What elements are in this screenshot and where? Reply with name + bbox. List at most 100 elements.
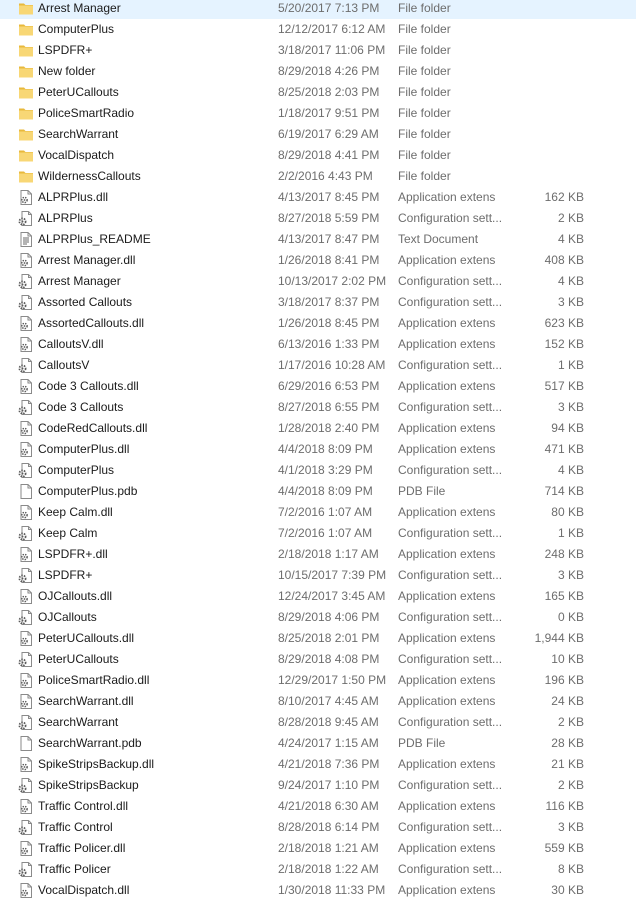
file-date-modified: 4/4/2018 8:09 PM [278, 484, 373, 498]
file-name: Arrest Manager.dll [38, 253, 136, 267]
file-type: Application extens [398, 883, 496, 897]
file-type: File folder [398, 85, 451, 99]
file-row[interactable]: SpikeStripsBackup 9/24/2017 1:10 PM Conf… [0, 775, 636, 796]
file-row[interactable]: OJCallouts.dll 12/24/2017 3:45 AM Applic… [0, 586, 636, 607]
file-date-modified: 12/29/2017 1:50 PM [278, 673, 387, 687]
file-row[interactable]: Code 3 Callouts.dll 6/29/2016 6:53 PM Ap… [0, 376, 636, 397]
file-row[interactable]: VocalDispatch.dll 1/30/2018 11:33 PM App… [0, 880, 636, 901]
file-row[interactable]: PeterUCallouts 8/25/2018 2:03 PM File fo… [0, 82, 636, 103]
file-row[interactable]: Keep Calm.dll 7/2/2016 1:07 AM Applicati… [0, 502, 636, 523]
file-list: Arrest Manager 5/20/2017 7:13 PM File fo… [0, 0, 636, 901]
file-row[interactable]: Traffic Control 8/28/2018 6:14 PM Config… [0, 817, 636, 838]
file-row[interactable]: VocalDispatch 8/29/2018 4:41 PM File fol… [0, 145, 636, 166]
config-file-icon [18, 295, 34, 310]
file-row[interactable]: LSPDFR+.dll 2/18/2018 1:17 AM Applicatio… [0, 544, 636, 565]
file-date-modified: 2/18/2018 1:22 AM [278, 862, 379, 876]
file-row[interactable]: LSPDFR+ 10/15/2017 7:39 PM Configuration… [0, 565, 636, 586]
file-name: SearchWarrant.dll [38, 694, 134, 708]
file-row[interactable]: Traffic Policer.dll 2/18/2018 1:21 AM Ap… [0, 838, 636, 859]
file-row[interactable]: Keep Calm 7/2/2016 1:07 AM Configuration… [0, 523, 636, 544]
file-type: Application extens [398, 589, 496, 603]
file-row[interactable]: Arrest Manager 10/13/2017 2:02 PM Config… [0, 271, 636, 292]
dll-file-icon [18, 631, 34, 646]
dll-file-icon [18, 190, 34, 205]
file-row[interactable]: CalloutsV 1/17/2016 10:28 AM Configurati… [0, 355, 636, 376]
dll-file-icon [18, 253, 34, 268]
file-size: 165 KB [544, 589, 584, 603]
file-row[interactable]: ALPRPlus.dll 4/13/2017 8:45 PM Applicati… [0, 187, 636, 208]
file-row[interactable]: CalloutsV.dll 6/13/2016 1:33 PM Applicat… [0, 334, 636, 355]
blank-file-icon [18, 484, 34, 499]
file-row[interactable]: PoliceSmartRadio.dll 12/29/2017 1:50 PM … [0, 670, 636, 691]
file-name: SearchWarrant [38, 127, 119, 141]
file-row[interactable]: CodeRedCallouts.dll 1/28/2018 2:40 PM Ap… [0, 418, 636, 439]
file-date-modified: 4/21/2018 6:30 AM [278, 799, 379, 813]
file-name: ComputerPlus [38, 22, 115, 36]
file-date-modified: 9/24/2017 1:10 PM [278, 778, 380, 792]
file-name: ALPRPlus_README [38, 232, 151, 246]
file-type: File folder [398, 127, 451, 141]
file-row[interactable]: Arrest Manager 5/20/2017 7:13 PM File fo… [0, 0, 636, 19]
file-row[interactable]: SpikeStripsBackup.dll 4/21/2018 7:36 PM … [0, 754, 636, 775]
file-row[interactable]: Assorted Callouts 3/18/2017 8:37 PM Conf… [0, 292, 636, 313]
file-row[interactable]: ALPRPlus_README 4/13/2017 8:47 PM Text D… [0, 229, 636, 250]
file-type: Configuration sett... [398, 211, 503, 225]
file-row[interactable]: SearchWarrant 6/19/2017 6:29 AM File fol… [0, 124, 636, 145]
file-row[interactable]: LSPDFR+ 3/18/2017 11:06 PM File folder [0, 40, 636, 61]
file-row[interactable]: AssortedCallouts.dll 1/26/2018 8:45 PM A… [0, 313, 636, 334]
file-date-modified: 4/4/2018 8:09 PM [278, 442, 373, 456]
file-row[interactable]: Traffic Policer 2/18/2018 1:22 AM Config… [0, 859, 636, 880]
file-row[interactable]: PeterUCallouts 8/29/2018 4:08 PM Configu… [0, 649, 636, 670]
file-type: Application extens [398, 799, 496, 813]
file-type: Configuration sett... [398, 715, 503, 729]
file-row[interactable]: SearchWarrant 8/28/2018 9:45 AM Configur… [0, 712, 636, 733]
file-name: VocalDispatch [38, 148, 115, 162]
file-row[interactable]: ALPRPlus 8/27/2018 5:59 PM Configuration… [0, 208, 636, 229]
file-size: 4 KB [557, 463, 584, 477]
file-row[interactable]: ComputerPlus.dll 4/4/2018 8:09 PM Applic… [0, 439, 636, 460]
file-name: Assorted Callouts [38, 295, 133, 309]
file-size: 408 KB [544, 253, 584, 267]
file-row[interactable]: Traffic Control.dll 4/21/2018 6:30 AM Ap… [0, 796, 636, 817]
file-row[interactable]: PoliceSmartRadio 1/18/2017 9:51 PM File … [0, 103, 636, 124]
file-row[interactable]: ComputerPlus 12/12/2017 6:12 AM File fol… [0, 19, 636, 40]
file-type: File folder [398, 169, 451, 183]
file-type: Application extens [398, 841, 496, 855]
dll-file-icon [18, 841, 34, 856]
file-name: PeterUCallouts [38, 85, 119, 99]
file-row[interactable]: PeterUCallouts.dll 8/25/2018 2:01 PM App… [0, 628, 636, 649]
folder-icon [18, 64, 34, 79]
file-date-modified: 4/24/2017 1:15 AM [278, 736, 379, 750]
file-size: 714 KB [544, 484, 584, 498]
file-date-modified: 2/18/2018 1:21 AM [278, 841, 379, 855]
file-size: 21 KB [551, 757, 584, 771]
blank-file-icon [18, 736, 34, 751]
file-row[interactable]: ComputerPlus.pdb 4/4/2018 8:09 PM PDB Fi… [0, 481, 636, 502]
dll-file-icon [18, 316, 34, 331]
file-size: 3 KB [557, 400, 584, 414]
file-size: 517 KB [544, 379, 584, 393]
file-name: Traffic Policer [38, 862, 111, 876]
config-file-icon [18, 274, 34, 289]
file-type: Text Document [398, 232, 479, 246]
file-name: VocalDispatch.dll [38, 883, 130, 897]
file-row[interactable]: Code 3 Callouts 8/27/2018 6:55 PM Config… [0, 397, 636, 418]
file-type: Configuration sett... [398, 463, 503, 477]
file-row[interactable]: WildernessCallouts 2/2/2016 4:43 PM File… [0, 166, 636, 187]
folder-icon [18, 106, 34, 121]
file-name: OJCallouts [38, 610, 97, 624]
file-date-modified: 4/1/2018 3:29 PM [278, 463, 373, 477]
file-row[interactable]: ComputerPlus 4/1/2018 3:29 PM Configurat… [0, 460, 636, 481]
dll-file-icon [18, 379, 34, 394]
file-size: 30 KB [551, 883, 584, 897]
file-row[interactable]: SearchWarrant.pdb 4/24/2017 1:15 AM PDB … [0, 733, 636, 754]
file-row[interactable]: Arrest Manager.dll 1/26/2018 8:41 PM App… [0, 250, 636, 271]
file-row[interactable]: SearchWarrant.dll 8/10/2017 4:45 AM Appl… [0, 691, 636, 712]
file-name: AssortedCallouts.dll [38, 316, 145, 330]
file-date-modified: 8/25/2018 2:01 PM [278, 631, 380, 645]
file-date-modified: 4/21/2018 7:36 PM [278, 757, 380, 771]
file-row[interactable]: New folder 8/29/2018 4:26 PM File folder [0, 61, 636, 82]
file-date-modified: 8/29/2018 4:06 PM [278, 610, 380, 624]
file-size: 2 KB [557, 778, 584, 792]
file-row[interactable]: OJCallouts 8/29/2018 4:06 PM Configurati… [0, 607, 636, 628]
